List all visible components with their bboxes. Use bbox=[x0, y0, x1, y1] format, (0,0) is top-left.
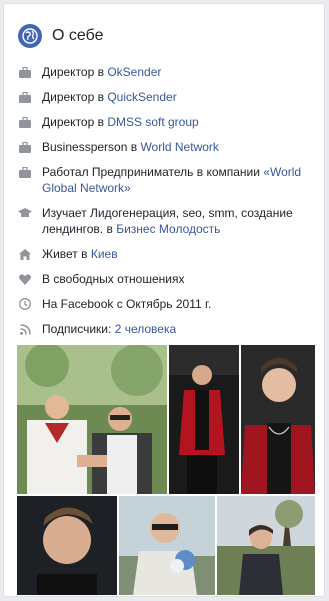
about-row-text: Директор в bbox=[42, 65, 108, 79]
about-row-text: Работал Предприниматель в компании bbox=[42, 165, 264, 179]
home-icon bbox=[18, 246, 32, 262]
about-row-text: В свободных отношениях bbox=[42, 272, 185, 286]
about-row-work-wgn: Работал Предприниматель в компании «Worl… bbox=[18, 164, 318, 196]
oksender-link[interactable]: OkSender bbox=[107, 65, 161, 79]
about-row-text: Businessperson в bbox=[42, 140, 141, 154]
briefcase-icon bbox=[18, 139, 32, 155]
about-header: О себе bbox=[18, 22, 104, 50]
about-card: О себе Директор в OkSender Директор в Qu… bbox=[3, 3, 325, 597]
about-row-work-worldnetwork: Businessperson в World Network bbox=[18, 139, 318, 155]
briefcase-icon bbox=[18, 89, 32, 105]
heart-icon bbox=[18, 271, 32, 287]
about-row-text: Директор в bbox=[42, 115, 108, 129]
about-list: Директор в OkSender Директор в QuickSend… bbox=[18, 64, 318, 346]
briefcase-icon bbox=[18, 64, 32, 80]
about-title: О себе bbox=[52, 27, 104, 44]
about-row-lives: Живет в Киев bbox=[18, 246, 318, 262]
photo-two-men-outdoor[interactable] bbox=[17, 345, 167, 494]
clock-icon bbox=[18, 296, 32, 312]
briefcase-icon bbox=[18, 164, 32, 180]
photo-man-red-jacket[interactable] bbox=[169, 345, 239, 494]
about-row-joined: На Facebook с Октябрь 2011 г. bbox=[18, 296, 318, 312]
about-row-work-dmss: Директор в DMSS soft group bbox=[18, 114, 318, 130]
photo-man-sunglasses-flowers[interactable] bbox=[119, 496, 215, 595]
photo-man-park[interactable] bbox=[217, 496, 315, 595]
about-row-text: Живет в bbox=[42, 247, 91, 261]
followers-link[interactable]: 2 человека bbox=[115, 322, 176, 336]
quicksender-link[interactable]: QuickSender bbox=[107, 90, 176, 104]
biznes-molodost-link[interactable]: Бизнес Молодость bbox=[116, 222, 220, 236]
about-row-text: На Facebook с Октябрь 2011 г. bbox=[42, 297, 212, 311]
rss-icon bbox=[18, 321, 32, 337]
kiev-link[interactable]: Киев bbox=[91, 247, 118, 261]
about-row-education: Изучает Лидогенерация, seo, smm, создани… bbox=[18, 205, 318, 237]
briefcase-icon bbox=[18, 114, 32, 130]
education-icon bbox=[18, 205, 32, 221]
photo-man-red-jacket-closeup[interactable] bbox=[241, 345, 315, 494]
dmss-link[interactable]: DMSS soft group bbox=[107, 115, 198, 129]
about-row-relationship: В свободных отношениях bbox=[18, 271, 318, 287]
world-network-link[interactable]: World Network bbox=[140, 140, 218, 154]
about-row-work-quicksender: Директор в QuickSender bbox=[18, 89, 318, 105]
about-row-text: Директор в bbox=[42, 90, 108, 104]
about-row-work-oksender: Директор в OkSender bbox=[18, 64, 318, 80]
photo-selfie-man-dark[interactable] bbox=[17, 496, 117, 595]
globe-icon bbox=[18, 24, 42, 48]
about-row-text: Подписчики: bbox=[42, 322, 115, 336]
about-row-followers: Подписчики: 2 человека bbox=[18, 321, 318, 337]
